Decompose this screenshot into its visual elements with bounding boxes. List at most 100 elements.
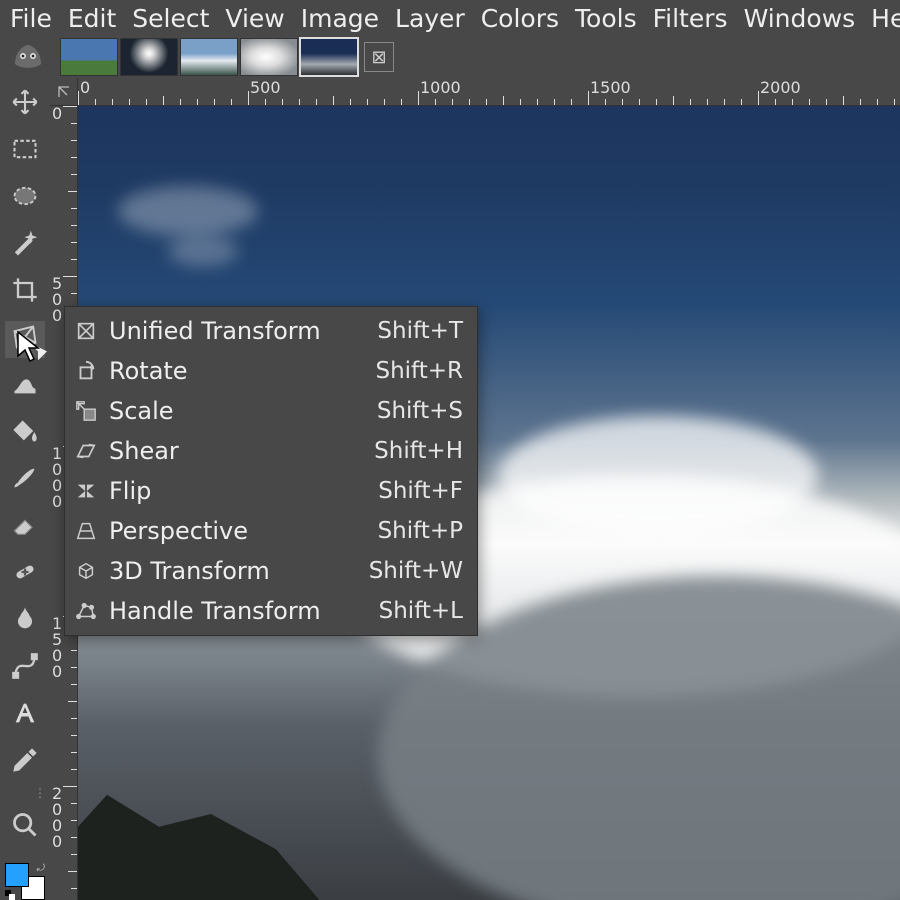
menu-item-label: Unified Transform — [109, 317, 367, 345]
path-tool[interactable] — [5, 651, 45, 688]
ruler-horizontal[interactable]: 0500100015002000 — [78, 78, 900, 106]
eraser-icon — [11, 511, 39, 545]
menu-item-shortcut: Shift+T — [377, 318, 463, 344]
menu-item-label: Rotate — [109, 357, 365, 385]
close-tab-button[interactable]: ⊠ — [364, 42, 394, 72]
menu-item-3d-transform[interactable]: 3D Transform Shift+W — [65, 551, 477, 591]
menu-item-shear[interactable]: Shear Shift+H — [65, 431, 477, 471]
transform-tools-menu: Unified Transform Shift+T Rotate Shift+R Sca… — [64, 306, 478, 636]
color-swatches[interactable]: ⤾ — [5, 863, 45, 900]
menu-help[interactable]: Help — [863, 1, 900, 36]
menu-item-rotate[interactable]: Rotate Shift+R — [65, 351, 477, 391]
image-tab-active[interactable] — [300, 38, 358, 76]
default-colors-icon[interactable] — [5, 890, 15, 900]
menu-item-scale[interactable]: Scale Shift+S — [65, 391, 477, 431]
scale-icon — [73, 398, 99, 424]
transform-icon — [11, 323, 39, 357]
zoom-icon — [11, 811, 39, 845]
menu-view[interactable]: View — [217, 1, 292, 36]
menu-item-shortcut: Shift+H — [374, 438, 463, 464]
move-icon — [11, 88, 39, 122]
canvas-image-content — [78, 750, 328, 900]
handle-icon — [73, 598, 99, 624]
free-sel-icon — [11, 182, 39, 216]
image-tab[interactable] — [180, 38, 238, 76]
bucket-fill-tool[interactable] — [5, 415, 45, 452]
menu-filters[interactable]: Filters — [645, 1, 736, 36]
crop-tool[interactable] — [5, 274, 45, 311]
crop-icon — [11, 276, 39, 310]
warp-tool[interactable] — [5, 368, 45, 405]
ruler-v-label: 0 — [52, 106, 62, 122]
flip-icon — [73, 478, 99, 504]
text-tool[interactable] — [5, 698, 45, 735]
ruler-h-label: 500 — [250, 78, 281, 97]
image-tab[interactable] — [120, 38, 178, 76]
menu-item-label: Scale — [109, 397, 367, 425]
fg-color-swatch[interactable] — [5, 863, 29, 887]
picker-icon — [11, 746, 39, 780]
perspective-icon — [73, 518, 99, 544]
smudge-icon — [11, 605, 39, 639]
color-picker-tool[interactable] — [5, 745, 45, 782]
menu-item-perspective[interactable]: Perspective Shift+P — [65, 511, 477, 551]
warp-icon — [11, 370, 39, 404]
menu-windows[interactable]: Windows — [736, 1, 864, 36]
image-tab[interactable] — [60, 38, 118, 76]
menu-item-shortcut: Shift+P — [378, 518, 463, 544]
menu-tools[interactable]: Tools — [567, 1, 645, 36]
image-tab-list: ⊠ — [60, 38, 394, 76]
swap-colors-icon[interactable]: ⤾ — [37, 863, 45, 874]
bucket-icon — [11, 417, 39, 451]
smudge-tool[interactable] — [5, 604, 45, 641]
menu-edit[interactable]: Edit — [60, 1, 124, 36]
menu-image[interactable]: Image — [293, 1, 387, 36]
menu-item-label: Flip — [109, 477, 368, 505]
unified-icon — [73, 318, 99, 344]
menu-item-handle-transform[interactable]: Handle TransformShift+L — [65, 591, 477, 631]
ruler-v-label: 1500 — [52, 616, 62, 680]
ruler-h-label: 0 — [80, 78, 90, 97]
zoom-tool[interactable] — [5, 810, 45, 847]
image-tabs-bar: ⊠ — [0, 36, 900, 78]
ruler-h-label: 1000 — [420, 78, 461, 97]
path-icon — [11, 652, 39, 686]
cube-icon — [73, 558, 99, 584]
move-tool[interactable] — [5, 86, 45, 123]
menu-colors[interactable]: Colors — [473, 1, 567, 36]
wand-icon — [11, 229, 39, 263]
menu-item-label: Perspective — [109, 517, 368, 545]
menubar: File Edit Select View Image Layer Colors… — [0, 0, 900, 36]
menu-item-shortcut: Shift+R — [375, 358, 463, 384]
close-icon: ⊠ — [371, 47, 386, 68]
menu-item-label: Shear — [109, 437, 364, 465]
menu-item-shortcut: Shift+W — [369, 558, 463, 584]
menu-item-shortcut: Shift+S — [377, 398, 463, 424]
image-tab[interactable] — [240, 38, 298, 76]
menu-item-flip[interactable]: Flip Shift+F — [65, 471, 477, 511]
menu-item-shortcut: Shift+L — [379, 598, 463, 624]
paintbrush-tool[interactable] — [5, 463, 45, 500]
heal-icon — [11, 558, 39, 592]
menu-select[interactable]: Select — [124, 1, 217, 36]
ruler-v-label: 2000 — [52, 786, 62, 850]
rect-select-tool[interactable] — [5, 133, 45, 170]
eraser-tool[interactable] — [5, 510, 45, 547]
rect-sel-icon — [11, 135, 39, 169]
transform-tool[interactable] — [5, 321, 45, 358]
ruler-origin[interactable] — [50, 78, 78, 106]
menu-item-unified-transform[interactable]: Unified Transform Shift+T — [65, 311, 477, 351]
ruler-v-label: 500 — [52, 276, 62, 324]
menu-item-shortcut: Shift+F — [378, 478, 463, 504]
menu-layer[interactable]: Layer — [387, 1, 473, 36]
toolbox-resize-dots[interactable]: ⋮ — [34, 786, 48, 800]
freeselect-tool[interactable] — [5, 180, 45, 217]
text-icon — [11, 699, 39, 733]
menu-item-label: 3D Transform — [109, 557, 359, 585]
ruler-h-label: 2000 — [760, 78, 801, 97]
heal-tool[interactable] — [5, 557, 45, 594]
shear-icon — [73, 438, 99, 464]
app-logo-icon — [4, 37, 52, 77]
menu-file[interactable]: File — [2, 1, 60, 36]
fuzzy-select-tool[interactable] — [5, 227, 45, 264]
